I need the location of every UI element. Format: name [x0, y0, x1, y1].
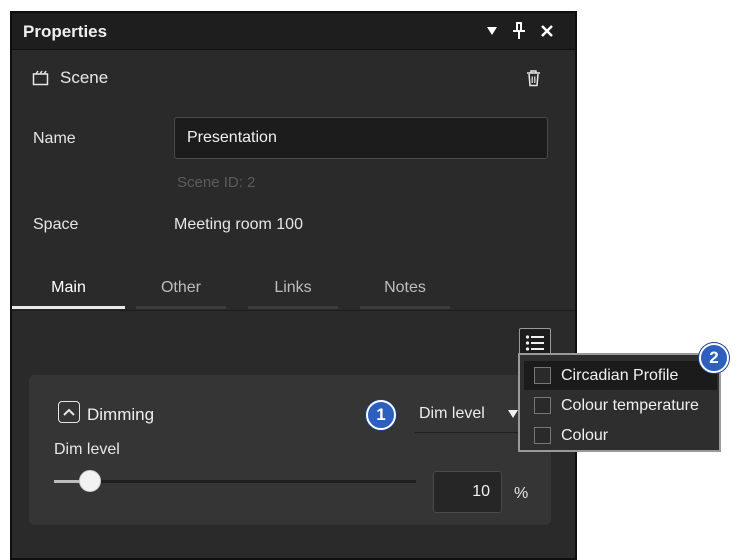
scene-id: Scene ID: 2: [177, 174, 256, 191]
dropdown-item-label: Colour temperature: [561, 396, 699, 414]
scene-header: Scene: [32, 65, 108, 91]
pin-button[interactable]: [508, 19, 530, 43]
dim-mode-value: Dim level: [419, 405, 485, 422]
dropdown-item-colour-temperature[interactable]: Colour temperature: [524, 391, 717, 420]
tab-notes[interactable]: Notes: [360, 275, 450, 309]
tab-links-underline: [248, 306, 338, 309]
chevron-up-icon: [63, 408, 75, 416]
panel-title: Properties: [23, 22, 108, 41]
checkbox[interactable]: [534, 427, 551, 444]
space-value: Meeting room 100: [174, 216, 303, 233]
function-dropdown: Circadian Profile Colour temperature Col…: [518, 353, 721, 452]
tab-notes-label: Notes: [384, 279, 426, 296]
dimming-title: Dimming: [87, 405, 155, 424]
close-button[interactable]: [536, 19, 558, 43]
tab-other[interactable]: Other: [136, 275, 226, 309]
dropdown-arrow-icon: [487, 27, 497, 35]
panel-menu-button[interactable]: [481, 19, 503, 43]
callout-badge-2: 2: [699, 343, 729, 373]
tab-bar: Main Other Links Notes: [12, 275, 575, 311]
dim-mode-select[interactable]: Dim level: [415, 401, 519, 433]
scene-label: Scene: [60, 68, 109, 87]
checkbox[interactable]: [534, 367, 551, 384]
slider-thumb[interactable]: [79, 470, 102, 492]
scene-icon: [32, 70, 49, 86]
dim-level-input[interactable]: [433, 471, 502, 513]
close-icon: [541, 25, 553, 37]
dimming-group: Dimming Dim level Dim level %: [29, 375, 551, 525]
panel-titlebar: Properties: [12, 13, 575, 50]
callout-badge-1: 1: [366, 400, 396, 430]
list-icon: [525, 335, 544, 351]
tab-notes-underline: [360, 306, 450, 309]
pin-icon: [513, 22, 525, 39]
tab-other-label: Other: [160, 279, 201, 296]
collapse-button[interactable]: [58, 401, 80, 423]
tab-main[interactable]: Main: [12, 275, 125, 309]
dim-level-slider[interactable]: [54, 470, 416, 492]
trash-icon: [526, 70, 540, 87]
properties-panel: Properties Scene Name Scene ID: 2 Space …: [10, 11, 577, 560]
name-label: Name: [33, 130, 76, 147]
dropdown-item-label: Colour: [561, 426, 609, 444]
dim-level-unit: %: [514, 485, 529, 502]
dropdown-item-circadian-profile[interactable]: Circadian Profile: [524, 361, 717, 390]
tab-main-underline: [12, 306, 125, 309]
dim-level-label: Dim level: [54, 441, 120, 458]
dropdown-item-label: Circadian Profile: [561, 366, 679, 384]
checkbox[interactable]: [534, 397, 551, 414]
tab-main-label: Main: [51, 279, 86, 296]
space-label: Space: [33, 216, 79, 233]
tab-links-label: Links: [274, 279, 312, 296]
delete-button[interactable]: [523, 66, 543, 90]
dropdown-item-colour[interactable]: Colour: [524, 421, 717, 450]
tab-links[interactable]: Links: [248, 275, 338, 309]
name-input[interactable]: [174, 117, 548, 159]
tab-other-underline: [136, 306, 226, 309]
